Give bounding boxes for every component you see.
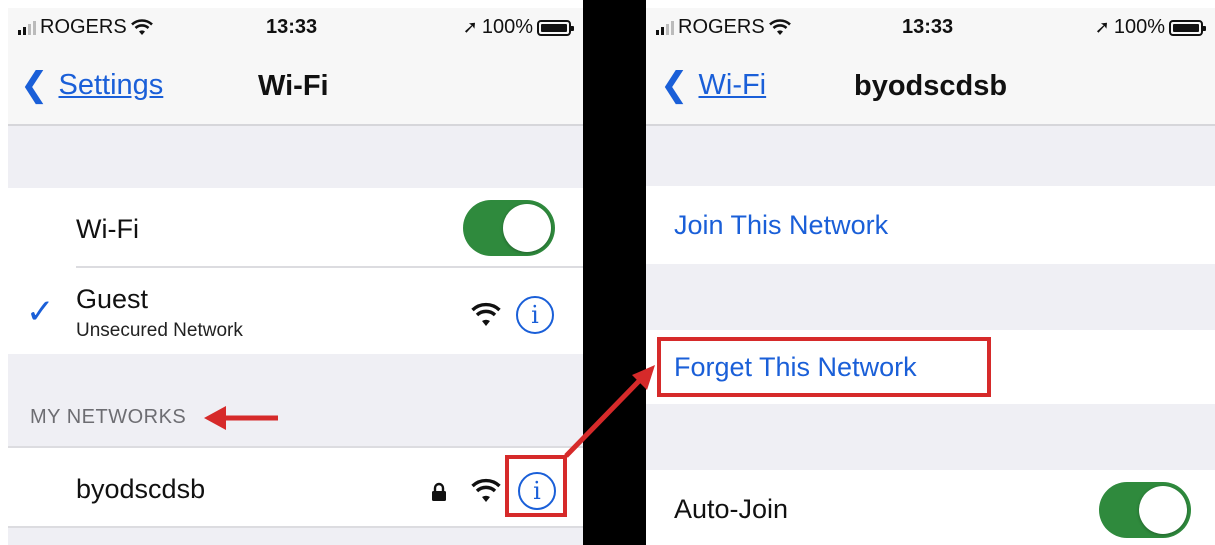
lock-icon <box>432 482 446 501</box>
navigation-bar: ❮ Wi-Fi byodscdsb <box>646 46 1215 126</box>
connected-network-subtitle: Unsecured Network <box>76 320 243 341</box>
battery-percent: 100% <box>481 16 533 38</box>
status-bar: ROGERS 13:33 ➚ 100% <box>646 8 1215 46</box>
info-button-highlight <box>505 455 567 517</box>
status-time: 13:33 <box>902 16 954 38</box>
saved-network-row[interactable]: byodscdsb i <box>8 446 583 528</box>
navigation-bar: ❮ Settings Wi-Fi <box>8 46 583 126</box>
signal-bars-icon <box>656 20 674 35</box>
back-to-settings-button[interactable]: ❮ Settings <box>20 68 163 102</box>
chevron-left-icon: ❮ <box>660 66 689 104</box>
battery-indicator: ➚ 100% <box>1094 16 1206 39</box>
saved-network-name: byodscdsb <box>76 474 206 504</box>
back-label: Settings <box>58 68 164 101</box>
network-detail-screen: ROGERS 13:33 ➚ 100% ❮ Wi-Fi byodscdsb Jo… <box>646 8 1215 545</box>
battery-percent: 100% <box>1113 16 1165 38</box>
carrier-name: ROGERS <box>678 16 765 38</box>
row-divider <box>8 526 583 528</box>
wifi-status-icon <box>130 18 153 35</box>
row-divider <box>76 266 583 268</box>
page-title: Wi-Fi <box>258 70 329 102</box>
location-arrow-icon: ➚ <box>462 17 478 37</box>
wifi-settings-screen: ROGERS 13:33 ➚ 100% ❮ Settings Wi-Fi Wi-… <box>8 8 583 545</box>
toggle-knob <box>503 204 551 252</box>
signal-bars-icon <box>18 20 36 35</box>
forget-network-highlight <box>657 337 991 397</box>
wifi-group: Wi-Fi ✓ Guest Unsecured Network i <box>8 188 583 354</box>
connected-network-name: Guest <box>76 284 149 314</box>
wifi-icon <box>471 478 501 502</box>
battery-icon <box>537 19 574 36</box>
location-arrow-icon: ➚ <box>1094 17 1110 37</box>
status-time: 13:33 <box>266 16 318 38</box>
wifi-toggle-label: Wi-Fi <box>76 214 139 244</box>
back-to-wifi-button[interactable]: ❮ Wi-Fi <box>660 68 766 102</box>
battery-icon <box>1169 19 1206 36</box>
status-bar: ROGERS 13:33 ➚ 100% <box>8 8 583 46</box>
back-label: Wi-Fi <box>698 68 767 101</box>
wifi-icon <box>471 302 501 326</box>
checkmark-icon: ✓ <box>26 293 55 331</box>
join-network-button[interactable]: Join This Network <box>674 210 888 241</box>
toggle-knob <box>1139 486 1187 534</box>
auto-join-row: Auto-Join <box>646 470 1215 545</box>
battery-indicator: ➚ 100% <box>462 16 574 39</box>
wifi-toggle[interactable] <box>463 200 555 256</box>
wifi-status-icon <box>768 18 791 35</box>
row-divider <box>8 446 583 448</box>
guest-info-button[interactable]: i <box>516 296 554 334</box>
auto-join-toggle[interactable] <box>1099 482 1191 538</box>
carrier-indicator: ROGERS <box>656 16 791 39</box>
carrier-indicator: ROGERS <box>18 16 153 39</box>
carrier-name: ROGERS <box>40 16 127 38</box>
section-header-my-networks: MY NETWORKS <box>30 406 187 428</box>
auto-join-label: Auto-Join <box>674 494 789 524</box>
screen-divider <box>583 0 646 545</box>
join-network-row[interactable]: Join This Network <box>646 186 1215 264</box>
page-title: byodscdsb <box>854 70 1008 102</box>
chevron-left-icon: ❮ <box>20 66 49 104</box>
